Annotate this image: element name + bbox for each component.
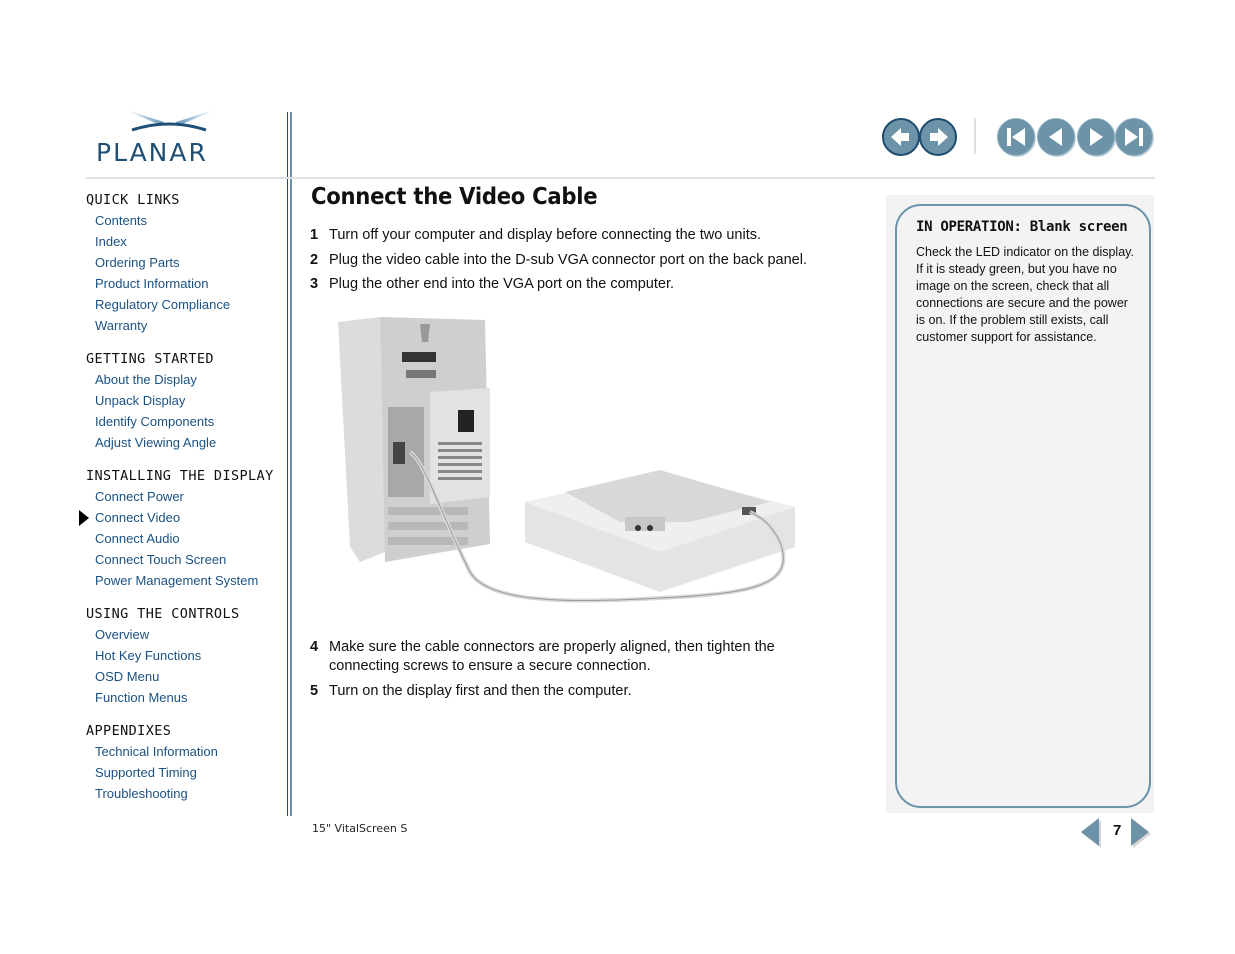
logo-text: PLANAR	[96, 138, 208, 167]
sidebar-navigation: QUICK LINKS Contents Index Ordering Part…	[79, 190, 281, 817]
sidebar-item-about-the-display[interactable]: About the Display	[86, 369, 281, 390]
sidebar-section-quick-links: QUICK LINKS Contents Index Ordering Part…	[86, 190, 281, 336]
last-page-button[interactable]	[1115, 118, 1153, 156]
next-page-button[interactable]	[1077, 118, 1115, 156]
step-number: 3	[310, 276, 319, 292]
sidebar-section-getting-started: GETTING STARTED About the Display Unpack…	[86, 349, 281, 453]
computer-display-image	[338, 317, 795, 603]
skip-last-icon	[1125, 128, 1143, 146]
header-divider	[86, 177, 1155, 179]
sidebar-section-appendixes: APPENDIXES Technical Information Support…	[86, 721, 281, 804]
sidebar-divider	[287, 112, 292, 816]
callout-title: IN OPERATION: Blank screen	[916, 219, 1128, 235]
page-title: Connect the Video Cable	[311, 184, 598, 210]
sidebar-item-connect-video[interactable]: Connect Video	[79, 507, 281, 528]
section-heading: USING THE CONTROLS	[86, 606, 240, 622]
sidebar-item-adjust-viewing-angle[interactable]: Adjust Viewing Angle	[86, 432, 281, 453]
step-item: 3 Plug the other end into the VGA port o…	[310, 275, 809, 294]
sidebar-item-identify-components[interactable]: Identify Components	[86, 411, 281, 432]
step-number: 1	[310, 227, 319, 243]
page-number: 7	[1113, 822, 1122, 839]
sidebar-item-warranty[interactable]: Warranty	[86, 315, 281, 336]
sidebar-item-supported-timing[interactable]: Supported Timing	[86, 762, 281, 783]
sidebar-item-contents[interactable]: Contents	[86, 210, 281, 231]
arrow-left-icon	[891, 128, 909, 146]
step-item: 5 Turn on the display first and then the…	[310, 682, 809, 701]
sidebar-item-osd-menu[interactable]: OSD Menu	[86, 666, 281, 687]
sidebar-item-regulatory-compliance[interactable]: Regulatory Compliance	[86, 294, 281, 315]
illustration-computer-display-connection	[330, 312, 810, 612]
back-button[interactable]	[882, 118, 920, 156]
footer-product-name: 15" VitalScreen S	[312, 822, 408, 835]
sidebar-section-using-the-controls: USING THE CONTROLS Overview Hot Key Func…	[86, 604, 281, 708]
step-text: Make sure the cable connectors are prope…	[329, 639, 775, 674]
previous-page-button[interactable]	[1037, 118, 1075, 156]
arrow-right-icon	[930, 128, 948, 146]
step-text: Turn on the display first and then the c…	[329, 683, 632, 699]
section-heading: APPENDIXES	[86, 723, 172, 739]
sidebar-item-connect-touch-screen[interactable]: Connect Touch Screen	[86, 549, 281, 570]
sidebar-item-unpack-display[interactable]: Unpack Display	[86, 390, 281, 411]
sidebar-item-hot-key-functions[interactable]: Hot Key Functions	[86, 645, 281, 666]
toolbar-separator	[974, 118, 976, 154]
step-number: 4	[310, 639, 319, 655]
step-text: Plug the video cable into the D-sub VGA …	[329, 252, 807, 268]
triangle-left-icon	[1049, 128, 1062, 146]
sidebar-item-index[interactable]: Index	[86, 231, 281, 252]
first-page-button[interactable]	[997, 118, 1035, 156]
sidebar-item-product-information[interactable]: Product Information	[86, 273, 281, 294]
footer-next-page-icon[interactable]	[1131, 818, 1149, 846]
step-item: 2 Plug the video cable into the D-sub VG…	[310, 251, 849, 270]
step-number: 5	[310, 683, 319, 699]
step-item: 4 Make sure the cable connectors are pro…	[310, 638, 779, 676]
section-heading: QUICK LINKS	[86, 192, 180, 208]
sidebar-item-technical-information[interactable]: Technical Information	[86, 741, 281, 762]
sidebar-item-function-menus[interactable]: Function Menus	[86, 687, 281, 708]
step-text: Turn off your computer and display befor…	[329, 227, 762, 243]
sidebar-item-ordering-parts[interactable]: Ordering Parts	[86, 252, 281, 273]
planar-logo: PLANAR	[94, 108, 254, 168]
footer-previous-page-icon[interactable]	[1081, 818, 1099, 846]
step-text: Plug the other end into the VGA port on …	[329, 276, 675, 292]
section-heading: INSTALLING THE DISPLAY	[86, 468, 274, 484]
logo-swoosh-icon	[126, 110, 214, 132]
callout-body: Check the LED indicator on the display. …	[916, 245, 1134, 344]
current-page-marker-icon	[79, 510, 89, 526]
step-item: 1 Turn off your computer and display bef…	[310, 226, 809, 245]
triangle-right-icon	[1090, 128, 1103, 146]
forward-button[interactable]	[919, 118, 957, 156]
section-heading: GETTING STARTED	[86, 351, 214, 367]
sidebar-item-power-management-system[interactable]: Power Management System	[86, 570, 281, 591]
sidebar-item-connect-audio[interactable]: Connect Audio	[86, 528, 281, 549]
skip-first-icon	[1007, 128, 1025, 146]
sidebar-item-connect-power[interactable]: Connect Power	[86, 486, 281, 507]
sidebar-item-overview[interactable]: Overview	[86, 624, 281, 645]
step-number: 2	[310, 252, 319, 268]
sidebar-item-troubleshooting[interactable]: Troubleshooting	[86, 783, 281, 804]
sidebar-item-label: Connect Video	[95, 510, 181, 525]
sidebar-section-installing-the-display: INSTALLING THE DISPLAY Connect Power Con…	[79, 466, 281, 591]
